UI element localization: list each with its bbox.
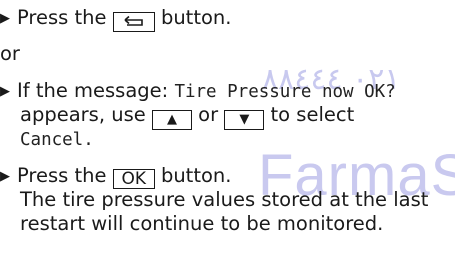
result-line2: restart will continue to be monitored. <box>20 212 384 235</box>
up-button-key: ▲ <box>151 110 192 130</box>
ok-button-key: OK <box>112 169 155 189</box>
result-line1: The tire pressure values stored at the l… <box>20 188 429 211</box>
back-button-key <box>112 12 155 32</box>
step-message-line3: Cancel. <box>20 127 94 152</box>
step1-pre-text: Press the <box>17 6 107 29</box>
step-message-line1: ▶ If the message: Tire Pressure now OK? <box>0 79 396 104</box>
back-arrow-icon <box>124 15 143 26</box>
bullet-arrow-icon: ▶ <box>0 11 10 26</box>
step-press-back: ▶ Press the button. <box>0 6 231 32</box>
instruction-page: ٠٢١ ٨٨٤٤٤ FarmaS ▶ Press the button. or ▶… <box>0 0 455 254</box>
step1-post-text: button. <box>160 6 232 29</box>
step3-pre-text: Press the <box>17 164 107 187</box>
cancel-option: Cancel. <box>20 130 94 150</box>
down-button-key: ▼ <box>224 110 265 130</box>
or-separator: or <box>0 42 20 65</box>
bullet-arrow-icon: ▶ <box>0 169 10 184</box>
display-message: Tire Pressure now OK? <box>174 82 396 102</box>
step2-line2-post: to select <box>270 103 355 126</box>
step2-pre-text: If the message: <box>17 79 169 102</box>
step-message-line2: appears, use ▲ or ▼ to select <box>20 103 354 130</box>
step2-or: or <box>198 103 219 126</box>
step-press-ok: ▶ Press the OK button. <box>0 164 231 189</box>
step3-post-text: button. <box>160 164 232 187</box>
step2-line2-pre: appears, use <box>20 103 146 126</box>
bullet-arrow-icon: ▶ <box>0 84 10 99</box>
